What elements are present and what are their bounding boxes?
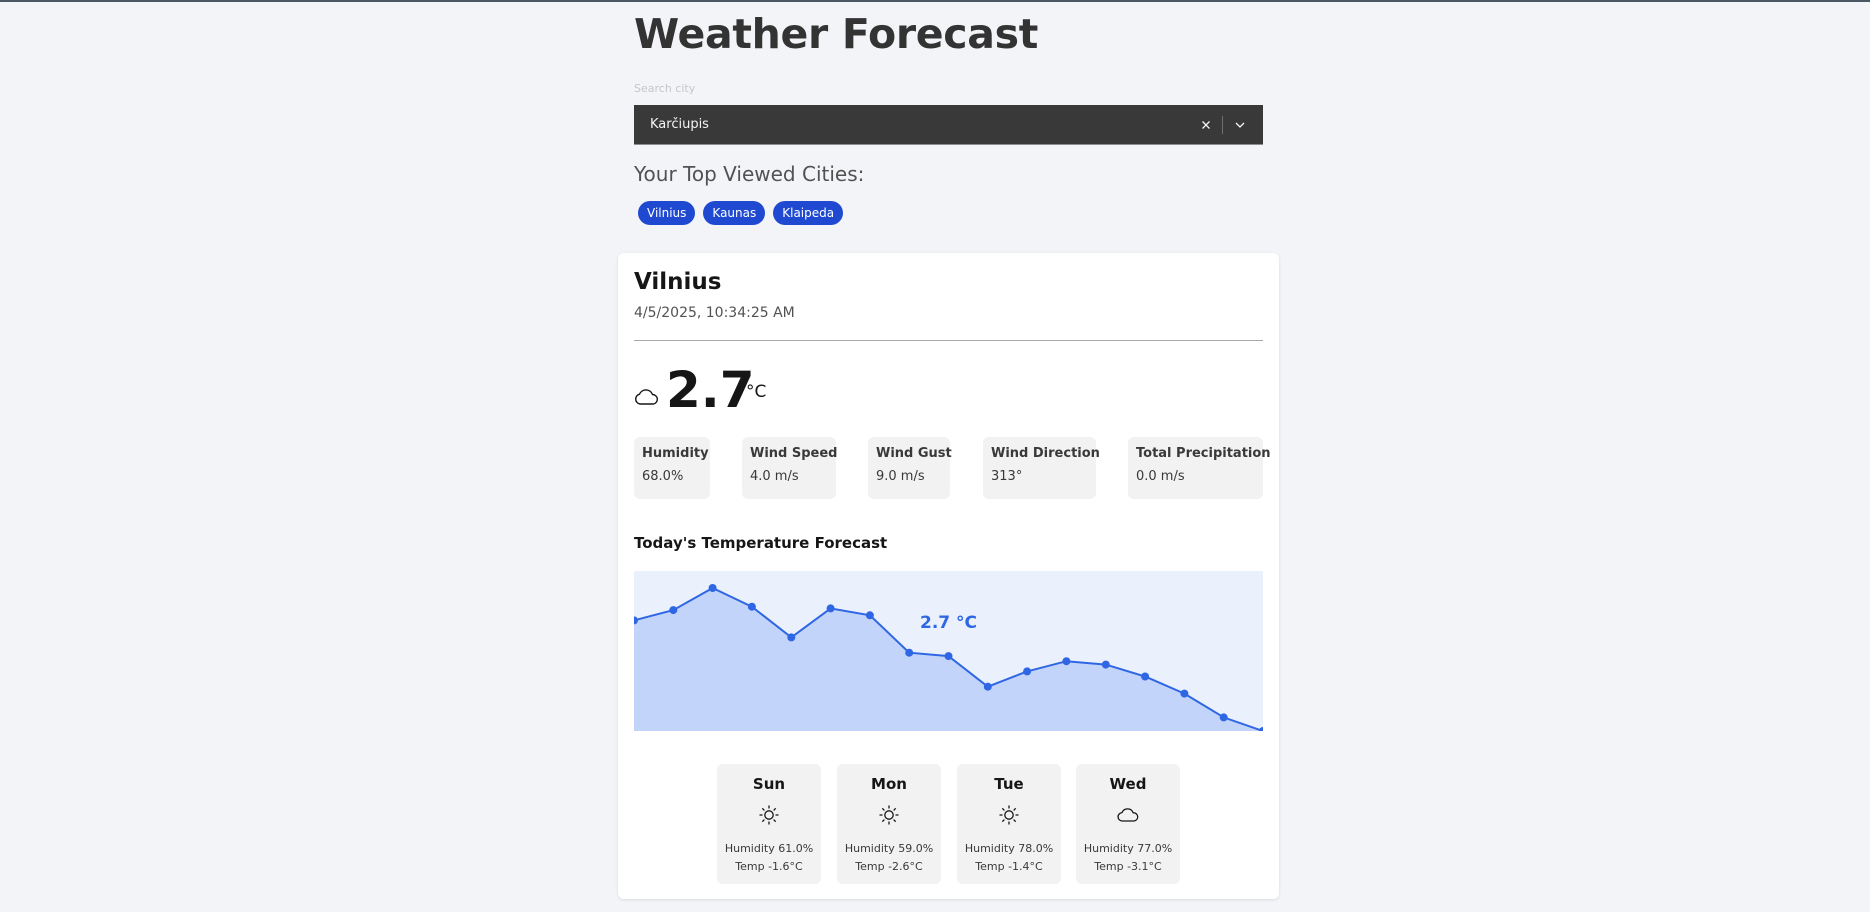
chart-point[interactable] xyxy=(1259,727,1263,731)
cloud-icon xyxy=(1117,808,1139,822)
city-chip-kaunas[interactable]: Kaunas xyxy=(703,201,766,225)
city-chip-vilnius[interactable]: Vilnius xyxy=(638,201,696,225)
search-separator xyxy=(1222,116,1223,134)
stat-total-precipitation: Total Precipitation 0.0 m/s xyxy=(1128,437,1271,499)
stat-label: Humidity xyxy=(642,446,709,461)
temperature-chart: 2.7 °C xyxy=(634,571,1263,731)
stat-value: 9.0 m/s xyxy=(876,469,925,484)
day-name: Wed xyxy=(1109,775,1147,793)
sun-icon xyxy=(999,805,1019,825)
day-temperature: Temp -3.1°C xyxy=(1094,860,1162,873)
day-humidity: Humidity 77.0% xyxy=(1083,842,1173,855)
chart-point[interactable] xyxy=(669,606,678,615)
temperature-chart-svg xyxy=(634,584,1263,731)
top-cities-list: Vilnius Kaunas Klaipeda xyxy=(638,201,844,225)
chart-title: Today's Temperature Forecast xyxy=(634,534,888,552)
chart-point[interactable] xyxy=(944,652,953,661)
chart-point[interactable] xyxy=(1062,657,1071,666)
chart-point[interactable] xyxy=(747,602,756,611)
city-name: Vilnius xyxy=(634,269,722,295)
search-combobox[interactable]: Karčiupis xyxy=(634,105,1263,145)
current-temperature: 2.7 xyxy=(666,361,755,419)
stat-humidity: Humidity 68.0% xyxy=(634,437,710,499)
day-name: Sun xyxy=(752,775,786,793)
chart-point[interactable] xyxy=(983,682,992,691)
chart-point[interactable] xyxy=(1219,713,1228,722)
weather-card: Vilnius 4/5/2025, 10:34:25 AM 2.7 °C Hum… xyxy=(618,253,1279,899)
forecast-day-tue: Tue Humidity 78.0% Temp -1.4°C xyxy=(957,764,1061,884)
day-temperature: Temp -1.6°C xyxy=(735,860,803,873)
stat-label: Total Precipitation xyxy=(1136,446,1271,461)
stat-wind-direction: Wind Direction 313° xyxy=(983,437,1100,499)
chart-point[interactable] xyxy=(1141,672,1150,681)
stat-value: 313° xyxy=(991,469,1023,484)
chart-point[interactable] xyxy=(708,584,717,592)
divider xyxy=(634,340,1263,341)
stat-value: 0.0 m/s xyxy=(1136,469,1185,484)
stat-wind-gust: Wind Gust 9.0 m/s xyxy=(868,437,952,499)
search-label: Search city xyxy=(634,82,696,95)
stat-wind-speed: Wind Speed 4.0 m/s xyxy=(742,437,838,499)
day-humidity: Humidity 78.0% xyxy=(964,842,1054,855)
chart-point[interactable] xyxy=(826,604,835,613)
chart-point[interactable] xyxy=(865,611,874,620)
forecast-day-mon: Mon Humidity 59.0% Temp -2.6°C xyxy=(837,764,941,884)
chart-point[interactable] xyxy=(1023,667,1032,676)
chart-point[interactable] xyxy=(1180,689,1189,698)
day-name: Tue xyxy=(994,775,1024,793)
top-border xyxy=(0,0,1870,2)
chart-point[interactable] xyxy=(905,648,914,657)
page-title: Weather Forecast xyxy=(634,10,1039,58)
chevron-down-icon[interactable] xyxy=(1233,118,1247,132)
stat-label: Wind Speed xyxy=(750,446,838,461)
stat-label: Wind Gust xyxy=(876,446,952,461)
chart-current-value-label: 2.7 °C xyxy=(920,613,978,633)
top-cities-title: Your Top Viewed Cities: xyxy=(634,162,865,186)
city-chip-klaipeda[interactable]: Klaipeda xyxy=(773,201,844,225)
day-humidity: Humidity 61.0% xyxy=(724,842,814,855)
chart-point[interactable] xyxy=(787,633,796,642)
sun-icon xyxy=(879,805,899,825)
stat-value: 4.0 m/s xyxy=(750,469,799,484)
day-temperature: Temp -1.4°C xyxy=(975,860,1043,873)
forecast-day-sun: Sun Humidity 61.0% Temp -1.6°C xyxy=(717,764,821,884)
chart-point[interactable] xyxy=(1101,660,1110,669)
day-humidity: Humidity 59.0% xyxy=(844,842,934,855)
close-icon[interactable] xyxy=(1199,118,1213,132)
forecast-day-wed: Wed Humidity 77.0% Temp -3.1°C xyxy=(1076,764,1180,884)
search-input[interactable]: Karčiupis xyxy=(650,117,709,132)
city-datetime: 4/5/2025, 10:34:25 AM xyxy=(634,305,795,321)
day-name: Mon xyxy=(871,775,907,793)
temperature-unit: °C xyxy=(746,382,767,402)
sun-icon xyxy=(759,805,779,825)
day-temperature: Temp -2.6°C xyxy=(855,860,923,873)
cloud-icon xyxy=(635,389,658,405)
stat-value: 68.0% xyxy=(642,469,684,484)
stat-label: Wind Direction xyxy=(991,446,1100,461)
